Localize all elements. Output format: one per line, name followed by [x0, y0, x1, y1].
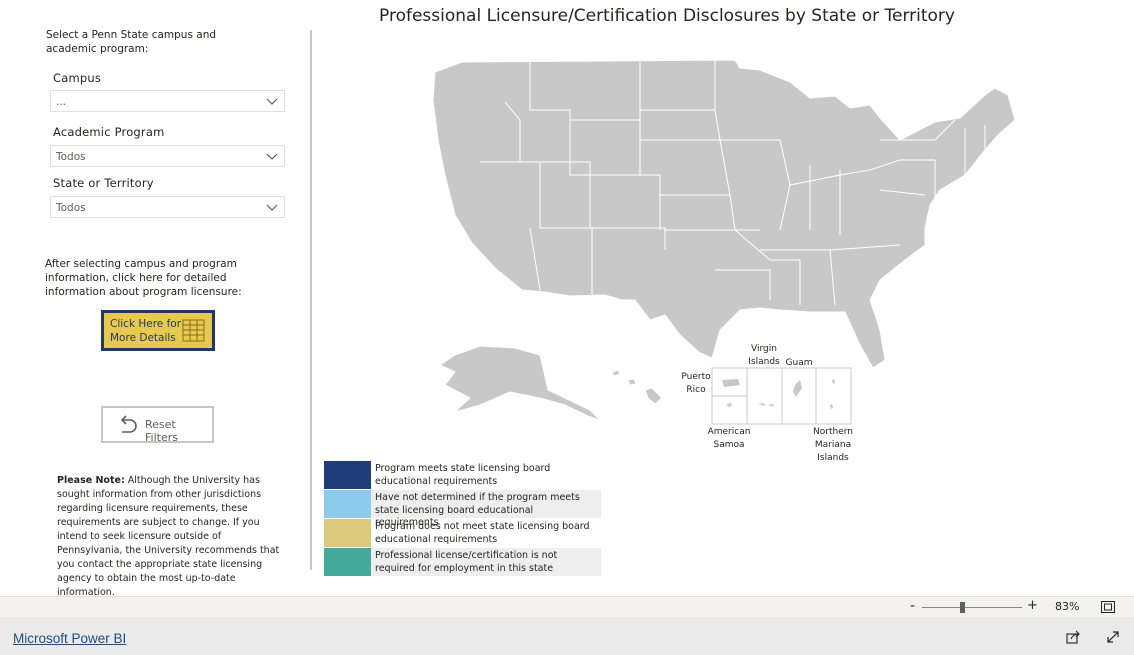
more-details-button[interactable]: Click Here for More Details — [101, 310, 215, 351]
virgin-islands-label: Virgin Islands — [748, 344, 780, 367]
campus-value: ... — [56, 96, 67, 108]
us-map — [432, 59, 1016, 425]
panel-divider — [310, 30, 312, 570]
legend-swatch-not-meets — [324, 519, 371, 547]
legend-swatch-meets — [324, 461, 371, 489]
microsoft-power-bi-link[interactable]: Microsoft Power BI — [13, 631, 126, 646]
state-value: Todos — [56, 202, 86, 214]
academic-program-dropdown[interactable]: Todos — [50, 145, 285, 167]
reset-filters-label: Reset Filters — [145, 418, 178, 444]
legend-item: Have not determined if the program meets… — [324, 490, 601, 528]
contiguous-us-shape[interactable] — [432, 59, 1016, 369]
zoom-in-button[interactable]: + — [1027, 598, 1038, 613]
legend-text: Program meets state licensing board educ… — [375, 463, 551, 487]
legend-swatch-not-required — [324, 548, 371, 576]
page-title: Professional Licensure/Certification Dis… — [379, 6, 955, 26]
undo-arrow-icon — [120, 415, 137, 433]
zoom-slider-track[interactable] — [922, 607, 1022, 608]
legend-swatch-undetermined — [324, 490, 371, 518]
puerto-rico-label: Puerto Rico — [681, 372, 711, 395]
table-icon — [182, 319, 205, 342]
state-dropdown[interactable]: Todos — [50, 196, 285, 218]
chevron-down-icon — [266, 153, 278, 160]
american-samoa-label: American Samoa — [707, 427, 751, 450]
instructions-text: Select a Penn State campus and academic … — [46, 29, 217, 55]
fit-to-page-icon[interactable] — [1101, 601, 1115, 613]
report-canvas: Select a Penn State campus and academic … — [0, 0, 1134, 598]
zoom-out-button[interactable]: - — [910, 598, 915, 614]
powerbi-footer: Microsoft Power BI — [0, 617, 1134, 655]
alaska-shape[interactable] — [438, 345, 601, 421]
details-instructions: After selecting campus and program infor… — [45, 258, 242, 298]
expand-icon[interactable] — [1106, 630, 1120, 644]
legend-text: Professional license/certification is no… — [371, 548, 601, 576]
disclaimer-note: Please Note: Although the University has… — [57, 474, 289, 600]
campus-label: Campus — [53, 71, 102, 85]
chevron-down-icon — [266, 98, 278, 105]
zoom-bar: - + 83% — [0, 596, 1134, 617]
zoom-slider-thumb[interactable] — [960, 602, 965, 613]
legend-item: Program does not meet state licensing bo… — [324, 519, 601, 548]
state-label: State or Territory — [53, 176, 154, 190]
reset-filters-button[interactable]: Reset Filters — [101, 406, 214, 444]
chevron-down-icon — [266, 204, 278, 211]
more-details-label: Click Here for More Details — [110, 318, 182, 344]
northern-mariana-label: Northern Mariana Islands — [813, 427, 853, 463]
zoom-value: 83% — [1055, 600, 1080, 613]
note-body: Although the University has sought infor… — [57, 475, 280, 598]
legend-item: Program meets state licensing board educ… — [324, 461, 601, 490]
legend-text: Program does not meet state licensing bo… — [375, 521, 590, 545]
hawaii-shape[interactable] — [611, 369, 663, 405]
academic-program-value: Todos — [56, 151, 86, 163]
note-heading: Please Note: — [57, 475, 125, 486]
share-icon[interactable] — [1066, 630, 1081, 644]
map-legend: Program meets state licensing board educ… — [324, 461, 601, 577]
guam-label: Guam — [785, 358, 813, 368]
legend-text: Have not determined if the program meets… — [371, 490, 601, 528]
academic-program-label: Academic Program — [53, 125, 165, 139]
legend-item: Professional license/certification is no… — [324, 548, 601, 577]
campus-dropdown[interactable]: ... — [50, 90, 285, 112]
